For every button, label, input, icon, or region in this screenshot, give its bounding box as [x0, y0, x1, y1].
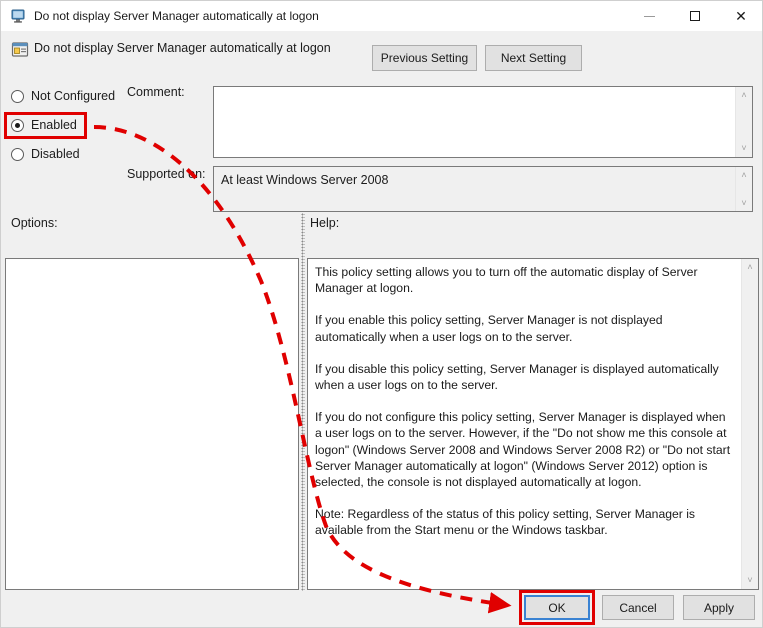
ok-button[interactable]: OK — [524, 595, 590, 620]
setting-header: Do not display Server Manager automatica… — [1, 31, 762, 83]
apply-button[interactable]: Apply — [683, 595, 755, 620]
help-paragraph: This policy setting allows you to turn o… — [315, 265, 698, 296]
radio-label-disabled: Disabled — [31, 147, 80, 161]
supported-on-field: At least Windows Server 2008 ˄ ˅ — [213, 166, 753, 212]
radio-label-enabled: Enabled — [31, 118, 77, 132]
radio-indicator-not-configured[interactable] — [11, 89, 24, 103]
radio-enabled[interactable]: Enabled — [11, 118, 77, 132]
maximize-button[interactable] — [672, 1, 718, 31]
close-button[interactable]: ✕ — [718, 1, 762, 31]
radio-disabled[interactable]: Disabled — [11, 147, 80, 161]
help-text: This policy setting allows you to turn o… — [308, 259, 741, 589]
supported-on-scrollbar[interactable]: ˄ ˅ — [735, 167, 752, 211]
group-policy-setting-dialog: Do not display Server Manager automatica… — [0, 0, 763, 628]
scroll-down-icon[interactable]: ˅ — [736, 195, 753, 211]
panel-splitter[interactable] — [301, 213, 305, 591]
scroll-up-icon[interactable]: ˄ — [736, 167, 753, 183]
help-paragraph: Note: Regardless of the status of this p… — [315, 507, 696, 538]
scroll-down-icon[interactable]: ˅ — [736, 140, 753, 157]
window-title: Do not display Server Manager automatica… — [34, 9, 319, 23]
help-paragraph: If you enable this policy setting, Serve… — [315, 313, 663, 344]
help-panel: This policy setting allows you to turn o… — [307, 258, 759, 590]
server-manager-monitor-icon — [10, 8, 26, 24]
cancel-button[interactable]: Cancel — [602, 595, 674, 620]
options-panel[interactable] — [5, 258, 299, 590]
title-bar: Do not display Server Manager automatica… — [1, 1, 762, 31]
help-scrollbar[interactable]: ˄ ˅ — [741, 259, 758, 589]
scroll-down-icon[interactable]: ˅ — [742, 572, 759, 589]
next-setting-button[interactable]: Next Setting — [485, 45, 582, 71]
scroll-up-icon[interactable]: ˄ — [736, 87, 753, 104]
previous-setting-button[interactable]: Previous Setting — [372, 45, 477, 71]
comment-input[interactable] — [214, 87, 735, 157]
radio-indicator-enabled[interactable] — [11, 118, 24, 132]
minimize-button[interactable] — [626, 1, 672, 31]
help-label: Help: — [310, 216, 340, 230]
help-paragraph: If you disable this policy setting, Serv… — [315, 361, 719, 393]
comment-textarea[interactable]: ˄ ˅ — [213, 86, 753, 158]
supported-on-label: Supported on: — [127, 167, 206, 181]
scroll-up-icon[interactable]: ˄ — [742, 259, 759, 276]
options-label: Options: — [11, 216, 58, 230]
window-controls: ✕ — [626, 1, 762, 31]
comment-label: Comment: — [127, 85, 185, 99]
policy-setting-title: Do not display Server Manager automatica… — [34, 41, 331, 55]
radio-label-not-configured: Not Configured — [31, 89, 116, 103]
group-policy-setting-icon — [11, 41, 29, 59]
supported-on-value: At least Windows Server 2008 — [221, 173, 389, 187]
comment-scrollbar[interactable]: ˄ ˅ — [735, 87, 752, 157]
radio-not-configured[interactable]: Not Configured — [11, 89, 115, 103]
radio-indicator-disabled[interactable] — [11, 147, 24, 161]
help-paragraph: If you do not configure this policy sett… — [315, 410, 731, 490]
